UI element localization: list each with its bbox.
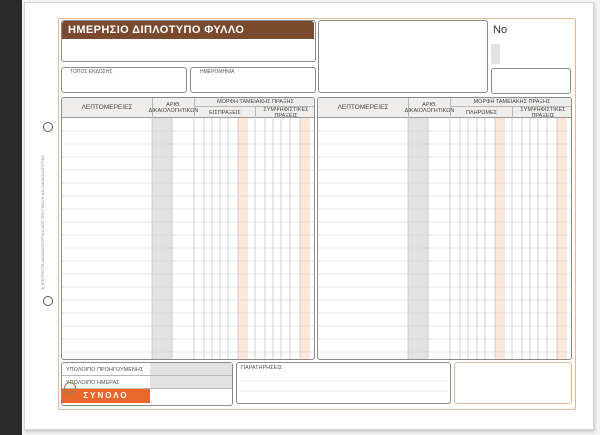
right-ledger-lines [318,118,571,359]
form-title: ΗΜΕΡΗΣΙΟ ΔΙΠΛΟΤΥΠΟ ΦΥΛΛΟ ΣΥΝΑΛΛΑΓΩΝ [62,21,314,54]
total-label: ΣΥΝΟΛΟ [62,389,150,403]
right-doc-number-header: ΑΡΙΘ. ΔΙΚΑΙΟΛΟΓΗΤΙΚΩΝ [405,98,454,118]
left-details-header: ΛΕΠΤΟΜΕΡΕΙΕΣ [81,104,133,111]
number-field[interactable] [491,68,571,94]
number-label: No [493,24,508,36]
signature-box[interactable] [454,362,572,404]
left-doc-number-header: ΑΡΙΘ. ΔΙΚΑΙΟΛΟΓΗΤΙΚΩΝ [149,98,198,118]
remarks-label: ΠΑΡΑΤΗΡΗΣΕΙΣ [241,365,283,371]
right-details-header: ΛΕΠΤΟΜΕΡΕΙΕΣ [337,104,389,111]
totals-value-shade [150,363,232,389]
publisher-logo-icon [64,382,76,394]
left-ledger-lines [62,118,314,359]
number-tab [491,44,500,64]
left-offset-header: ΣΥΜΨΗΦΙΣΤΙΚΕΣ ΠΡΑΞΕΙΣ [255,107,314,119]
place-label: ΤΟΠΟΣ ΕΚΔΟΣΗΣ [70,69,113,75]
stamp-area[interactable] [318,20,488,93]
binding-hole-icon [43,122,53,132]
left-receipts-header: ΕΙΣΠΡΑΞΕΙΣ [194,107,255,118]
left-ledger-table: ΛΕΠΤΟΜΕΡΕΙΕΣ ΑΡΙΘ. ΔΙΚΑΙΟΛΟΓΗΤΙΚΩΝ ΜΟΡΦΗ… [61,97,315,360]
right-ledger-table: ΛΕΠΤΟΜΕΡΕΙΕΣ ΑΡΙΘ. ΔΙΚΑΙΟΛΟΓΗΤΙΚΩΝ ΜΟΡΦΗ… [317,97,572,360]
remarks-lines [239,380,448,392]
binding-hole-icon [43,296,53,306]
binding-strip [0,0,22,435]
vertical-note: 3) ΕΠΙΤΡΕΠΤΑ ΔΙΚΑΙΟΛΟΓΗΤΙΚΑ ΑΠΟ ΤΗΝ ΠΡΑΞ… [40,155,45,290]
date-label: ΗΜΕΡΟΜΗΝΙΑ [200,69,235,75]
totals-divider [62,375,232,376]
previous-balance-label: ΥΠΟΛΟΙΠΟ ΠΡΟΗΓΟΥΜΕΝΗΣ [66,367,144,373]
right-offset-header: ΣΥΜΨΗΦΙΣΤΙΚΕΣ ΠΡΑΞΕΙΣ [512,107,571,119]
right-payments-header: ΠΛΗΡΩΜΕΣ [450,107,512,118]
